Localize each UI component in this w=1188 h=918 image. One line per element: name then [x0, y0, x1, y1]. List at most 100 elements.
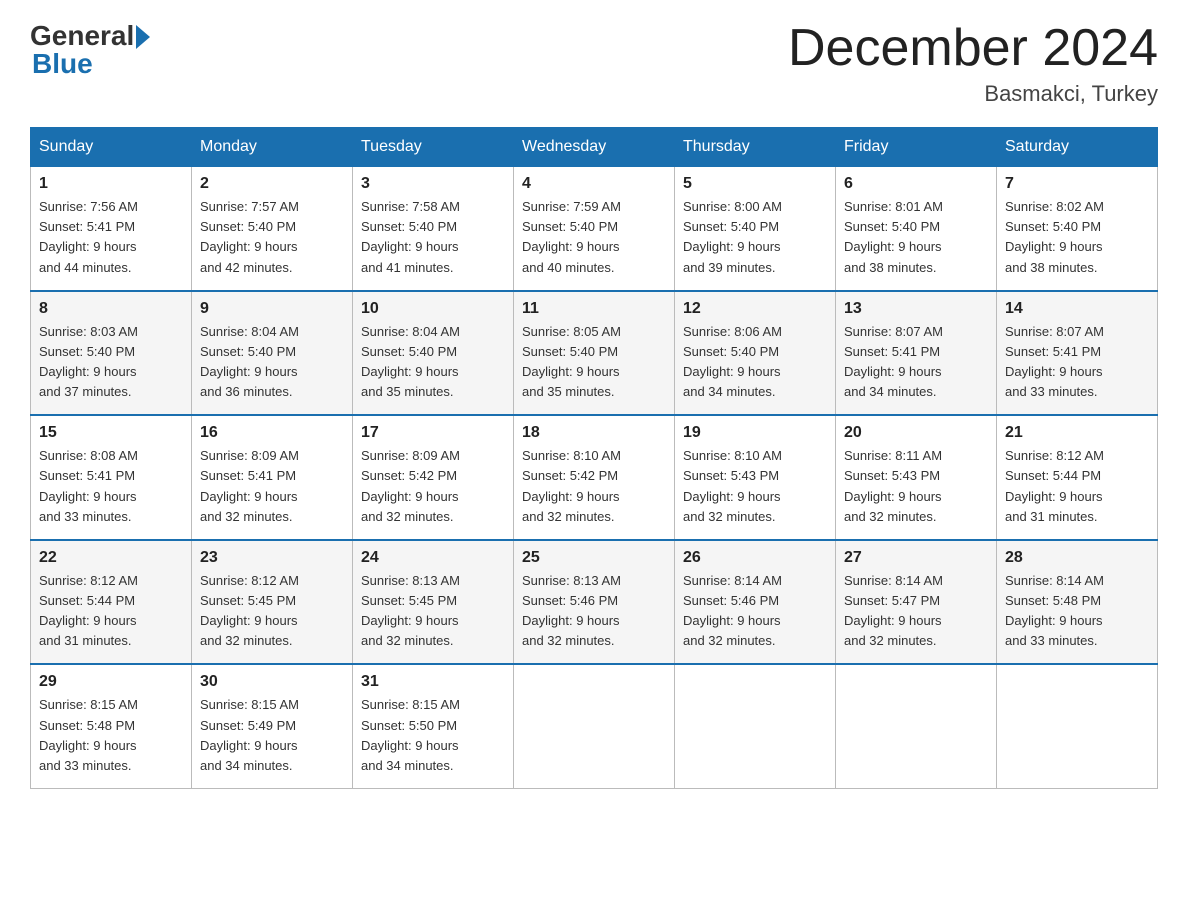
- day-number: 18: [522, 424, 666, 442]
- calendar-cell: 18 Sunrise: 8:10 AMSunset: 5:42 PMDaylig…: [514, 415, 675, 540]
- month-title: December 2024: [788, 20, 1158, 77]
- calendar-header-saturday: Saturday: [997, 128, 1158, 167]
- day-number: 22: [39, 549, 183, 567]
- calendar-cell: 29 Sunrise: 8:15 AMSunset: 5:48 PMDaylig…: [31, 664, 192, 788]
- calendar-cell: 6 Sunrise: 8:01 AMSunset: 5:40 PMDayligh…: [836, 167, 997, 291]
- calendar-cell: 24 Sunrise: 8:13 AMSunset: 5:45 PMDaylig…: [353, 540, 514, 665]
- day-number: 12: [683, 300, 827, 318]
- calendar-header-tuesday: Tuesday: [353, 128, 514, 167]
- calendar-cell: 25 Sunrise: 8:13 AMSunset: 5:46 PMDaylig…: [514, 540, 675, 665]
- day-info: Sunrise: 7:58 AMSunset: 5:40 PMDaylight:…: [361, 199, 460, 274]
- day-info: Sunrise: 8:14 AMSunset: 5:48 PMDaylight:…: [1005, 573, 1104, 648]
- calendar-week-row: 8 Sunrise: 8:03 AMSunset: 5:40 PMDayligh…: [31, 291, 1158, 416]
- day-info: Sunrise: 8:07 AMSunset: 5:41 PMDaylight:…: [1005, 324, 1104, 399]
- calendar-cell: 16 Sunrise: 8:09 AMSunset: 5:41 PMDaylig…: [192, 415, 353, 540]
- day-number: 29: [39, 673, 183, 691]
- day-info: Sunrise: 8:09 AMSunset: 5:42 PMDaylight:…: [361, 448, 460, 523]
- title-block: December 2024 Basmakci, Turkey: [788, 20, 1158, 107]
- calendar-cell: 22 Sunrise: 8:12 AMSunset: 5:44 PMDaylig…: [31, 540, 192, 665]
- day-number: 20: [844, 424, 988, 442]
- day-info: Sunrise: 8:12 AMSunset: 5:44 PMDaylight:…: [39, 573, 138, 648]
- calendar-cell: 17 Sunrise: 8:09 AMSunset: 5:42 PMDaylig…: [353, 415, 514, 540]
- calendar-cell: 20 Sunrise: 8:11 AMSunset: 5:43 PMDaylig…: [836, 415, 997, 540]
- day-info: Sunrise: 8:03 AMSunset: 5:40 PMDaylight:…: [39, 324, 138, 399]
- calendar-week-row: 1 Sunrise: 7:56 AMSunset: 5:41 PMDayligh…: [31, 167, 1158, 291]
- day-number: 25: [522, 549, 666, 567]
- calendar-cell: 8 Sunrise: 8:03 AMSunset: 5:40 PMDayligh…: [31, 291, 192, 416]
- day-info: Sunrise: 7:56 AMSunset: 5:41 PMDaylight:…: [39, 199, 138, 274]
- day-number: 16: [200, 424, 344, 442]
- day-number: 17: [361, 424, 505, 442]
- calendar-cell: 3 Sunrise: 7:58 AMSunset: 5:40 PMDayligh…: [353, 167, 514, 291]
- calendar-cell: [997, 664, 1158, 788]
- day-number: 1: [39, 175, 183, 193]
- calendar-cell: [836, 664, 997, 788]
- day-number: 15: [39, 424, 183, 442]
- day-info: Sunrise: 8:10 AMSunset: 5:43 PMDaylight:…: [683, 448, 782, 523]
- logo: General Blue: [30, 20, 150, 80]
- calendar-cell: [675, 664, 836, 788]
- day-info: Sunrise: 8:15 AMSunset: 5:49 PMDaylight:…: [200, 697, 299, 772]
- day-number: 30: [200, 673, 344, 691]
- calendar-cell: 10 Sunrise: 8:04 AMSunset: 5:40 PMDaylig…: [353, 291, 514, 416]
- logo-blue-text: Blue: [32, 48, 93, 80]
- day-info: Sunrise: 8:02 AMSunset: 5:40 PMDaylight:…: [1005, 199, 1104, 274]
- day-info: Sunrise: 8:13 AMSunset: 5:46 PMDaylight:…: [522, 573, 621, 648]
- day-info: Sunrise: 8:04 AMSunset: 5:40 PMDaylight:…: [200, 324, 299, 399]
- day-info: Sunrise: 8:01 AMSunset: 5:40 PMDaylight:…: [844, 199, 943, 274]
- calendar-week-row: 29 Sunrise: 8:15 AMSunset: 5:48 PMDaylig…: [31, 664, 1158, 788]
- calendar-cell: 2 Sunrise: 7:57 AMSunset: 5:40 PMDayligh…: [192, 167, 353, 291]
- day-number: 23: [200, 549, 344, 567]
- calendar-cell: 11 Sunrise: 8:05 AMSunset: 5:40 PMDaylig…: [514, 291, 675, 416]
- day-number: 8: [39, 300, 183, 318]
- calendar-table: SundayMondayTuesdayWednesdayThursdayFrid…: [30, 127, 1158, 789]
- calendar-cell: 30 Sunrise: 8:15 AMSunset: 5:49 PMDaylig…: [192, 664, 353, 788]
- day-number: 3: [361, 175, 505, 193]
- calendar-header-thursday: Thursday: [675, 128, 836, 167]
- day-number: 10: [361, 300, 505, 318]
- day-number: 13: [844, 300, 988, 318]
- calendar-header-monday: Monday: [192, 128, 353, 167]
- calendar-cell: 27 Sunrise: 8:14 AMSunset: 5:47 PMDaylig…: [836, 540, 997, 665]
- day-info: Sunrise: 8:15 AMSunset: 5:50 PMDaylight:…: [361, 697, 460, 772]
- day-info: Sunrise: 8:14 AMSunset: 5:47 PMDaylight:…: [844, 573, 943, 648]
- calendar-cell: 12 Sunrise: 8:06 AMSunset: 5:40 PMDaylig…: [675, 291, 836, 416]
- day-number: 2: [200, 175, 344, 193]
- calendar-header-friday: Friday: [836, 128, 997, 167]
- page-header: General Blue December 2024 Basmakci, Tur…: [30, 20, 1158, 107]
- calendar-cell: 13 Sunrise: 8:07 AMSunset: 5:41 PMDaylig…: [836, 291, 997, 416]
- calendar-cell: 19 Sunrise: 8:10 AMSunset: 5:43 PMDaylig…: [675, 415, 836, 540]
- day-info: Sunrise: 8:11 AMSunset: 5:43 PMDaylight:…: [844, 448, 942, 523]
- calendar-cell: 4 Sunrise: 7:59 AMSunset: 5:40 PMDayligh…: [514, 167, 675, 291]
- day-number: 5: [683, 175, 827, 193]
- calendar-week-row: 15 Sunrise: 8:08 AMSunset: 5:41 PMDaylig…: [31, 415, 1158, 540]
- calendar-header-row: SundayMondayTuesdayWednesdayThursdayFrid…: [31, 128, 1158, 167]
- day-info: Sunrise: 7:59 AMSunset: 5:40 PMDaylight:…: [522, 199, 621, 274]
- calendar-cell: 23 Sunrise: 8:12 AMSunset: 5:45 PMDaylig…: [192, 540, 353, 665]
- day-info: Sunrise: 7:57 AMSunset: 5:40 PMDaylight:…: [200, 199, 299, 274]
- calendar-cell: 9 Sunrise: 8:04 AMSunset: 5:40 PMDayligh…: [192, 291, 353, 416]
- day-number: 11: [522, 300, 666, 318]
- calendar-header-sunday: Sunday: [31, 128, 192, 167]
- day-number: 9: [200, 300, 344, 318]
- day-info: Sunrise: 8:12 AMSunset: 5:45 PMDaylight:…: [200, 573, 299, 648]
- day-number: 7: [1005, 175, 1149, 193]
- day-number: 24: [361, 549, 505, 567]
- day-info: Sunrise: 8:06 AMSunset: 5:40 PMDaylight:…: [683, 324, 782, 399]
- day-number: 26: [683, 549, 827, 567]
- day-info: Sunrise: 8:04 AMSunset: 5:40 PMDaylight:…: [361, 324, 460, 399]
- day-number: 14: [1005, 300, 1149, 318]
- calendar-week-row: 22 Sunrise: 8:12 AMSunset: 5:44 PMDaylig…: [31, 540, 1158, 665]
- day-number: 6: [844, 175, 988, 193]
- calendar-cell: 14 Sunrise: 8:07 AMSunset: 5:41 PMDaylig…: [997, 291, 1158, 416]
- day-info: Sunrise: 8:09 AMSunset: 5:41 PMDaylight:…: [200, 448, 299, 523]
- calendar-cell: 15 Sunrise: 8:08 AMSunset: 5:41 PMDaylig…: [31, 415, 192, 540]
- day-info: Sunrise: 8:13 AMSunset: 5:45 PMDaylight:…: [361, 573, 460, 648]
- calendar-cell: 26 Sunrise: 8:14 AMSunset: 5:46 PMDaylig…: [675, 540, 836, 665]
- day-info: Sunrise: 8:10 AMSunset: 5:42 PMDaylight:…: [522, 448, 621, 523]
- calendar-cell: 21 Sunrise: 8:12 AMSunset: 5:44 PMDaylig…: [997, 415, 1158, 540]
- day-info: Sunrise: 8:05 AMSunset: 5:40 PMDaylight:…: [522, 324, 621, 399]
- day-info: Sunrise: 8:07 AMSunset: 5:41 PMDaylight:…: [844, 324, 943, 399]
- day-info: Sunrise: 8:08 AMSunset: 5:41 PMDaylight:…: [39, 448, 138, 523]
- day-number: 28: [1005, 549, 1149, 567]
